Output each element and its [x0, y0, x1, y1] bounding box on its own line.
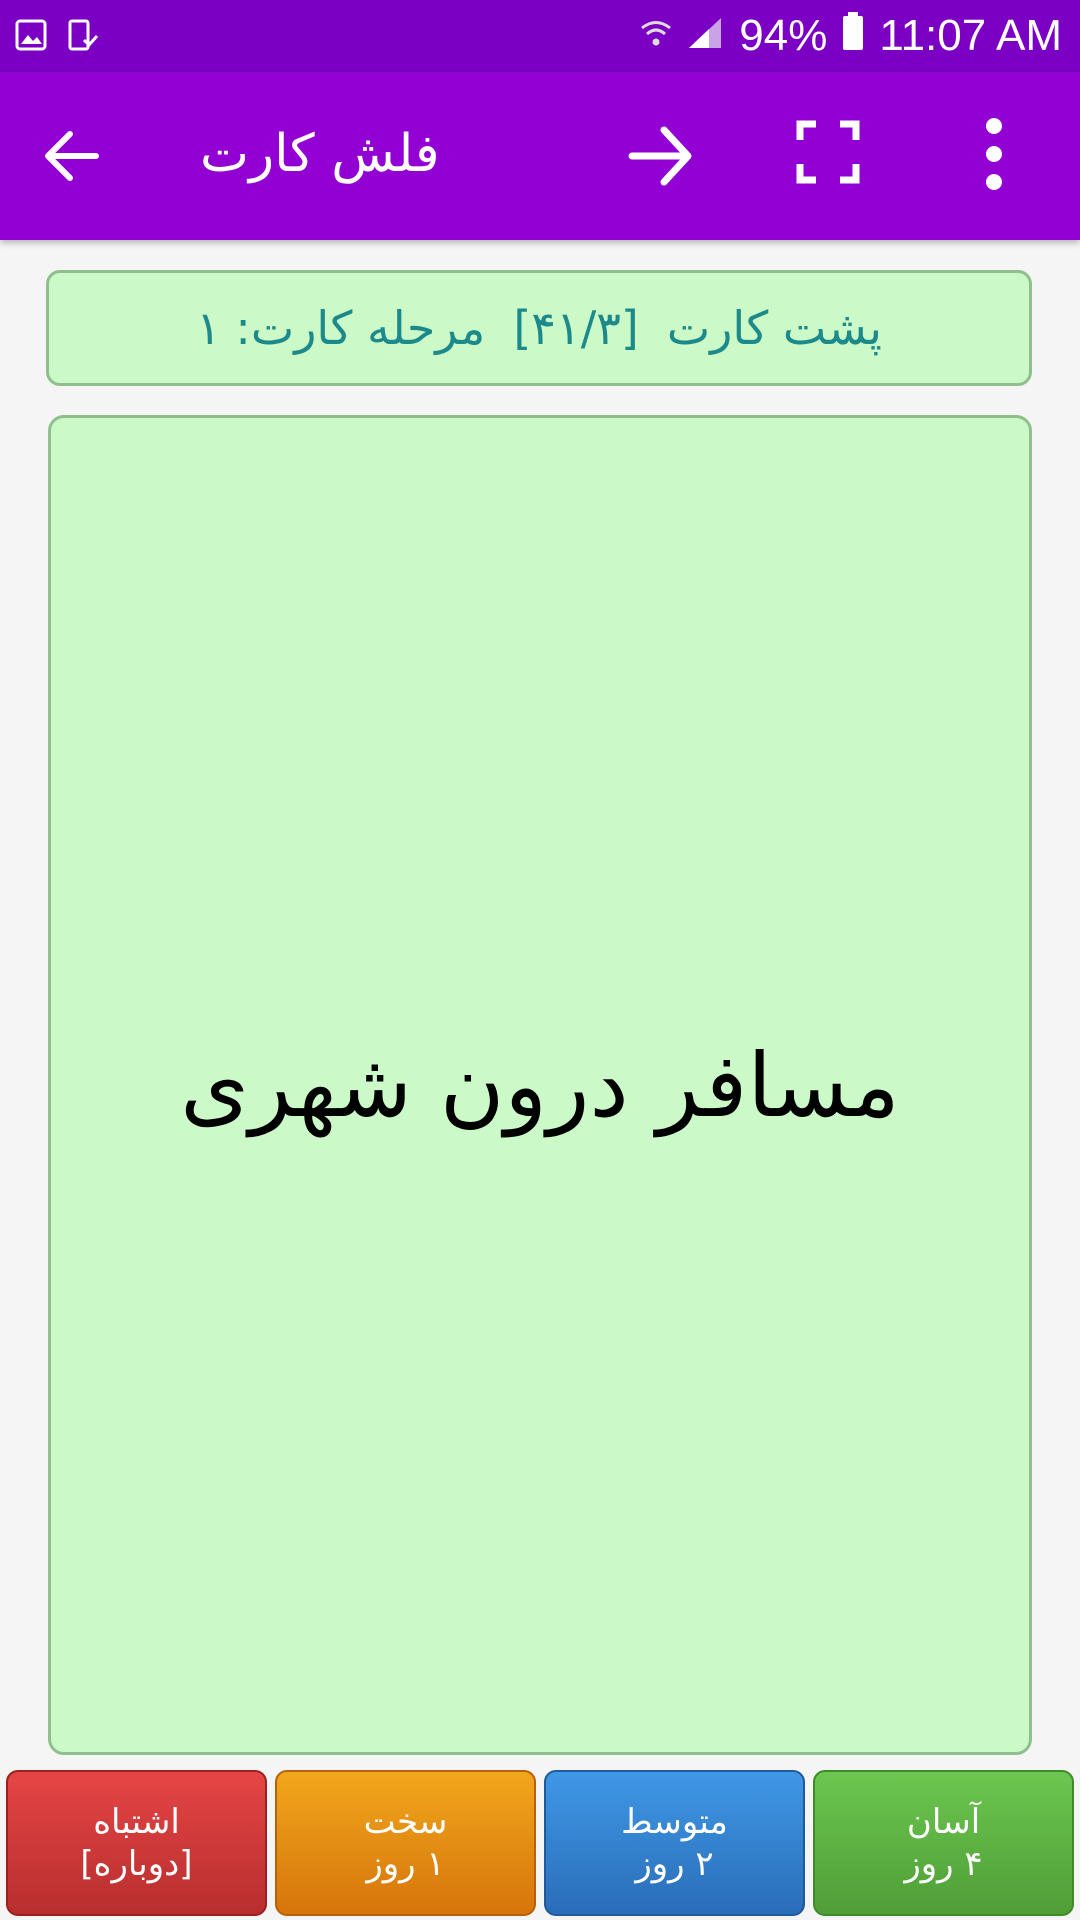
forward-arrow-icon[interactable] [624, 120, 696, 192]
wrong-button-label: اشتباه [93, 1802, 180, 1842]
medium-button-label: متوسط [621, 1802, 728, 1842]
medium-button[interactable]: متوسط ۲ روز [544, 1770, 805, 1916]
app-bar: فلش کارت [0, 72, 1080, 240]
page-title: فلش کارت [200, 124, 440, 184]
gallery-icon [14, 18, 48, 56]
wrong-button[interactable]: اشتباه [دوباره] [6, 1770, 267, 1916]
signal-icon [687, 11, 725, 61]
easy-button-sub: ۴ روز [904, 1844, 983, 1884]
wifi-icon [639, 11, 673, 61]
clock: 11:07 AM [879, 11, 1062, 60]
flashcard[interactable]: مسافر درون شهری [48, 415, 1032, 1755]
download-done-icon [66, 18, 100, 56]
easy-button-label: آسان [906, 1802, 981, 1842]
hard-button[interactable]: سخت ۱ روز [275, 1770, 536, 1916]
back-arrow-icon[interactable] [40, 124, 104, 188]
fullscreen-icon[interactable] [796, 120, 860, 184]
card-side-label: پشت کارت [666, 301, 882, 355]
more-vert-icon[interactable] [970, 116, 1018, 192]
hard-button-sub: ۱ روز [366, 1844, 445, 1884]
flashcard-text: مسافر درون شهری [180, 1033, 900, 1137]
card-stage: مرحله کارت: ۱ [196, 301, 486, 355]
card-position: [۴۱/۳] [513, 301, 639, 355]
card-info-header: پشت کارت [۴۱/۳] مرحله کارت: ۱ [46, 270, 1032, 386]
battery-percent: 94% [739, 11, 828, 60]
hard-button-label: سخت [363, 1802, 448, 1842]
status-bar: 94% 11:07 AM [0, 0, 1080, 72]
easy-button[interactable]: آسان ۴ روز [813, 1770, 1074, 1916]
wrong-button-sub: [دوباره] [80, 1844, 193, 1884]
battery-icon [841, 11, 865, 62]
medium-button-sub: ۲ روز [635, 1844, 714, 1884]
answer-buttons: اشتباه [دوباره] سخت ۱ روز متوسط ۲ روز آس… [6, 1770, 1074, 1916]
